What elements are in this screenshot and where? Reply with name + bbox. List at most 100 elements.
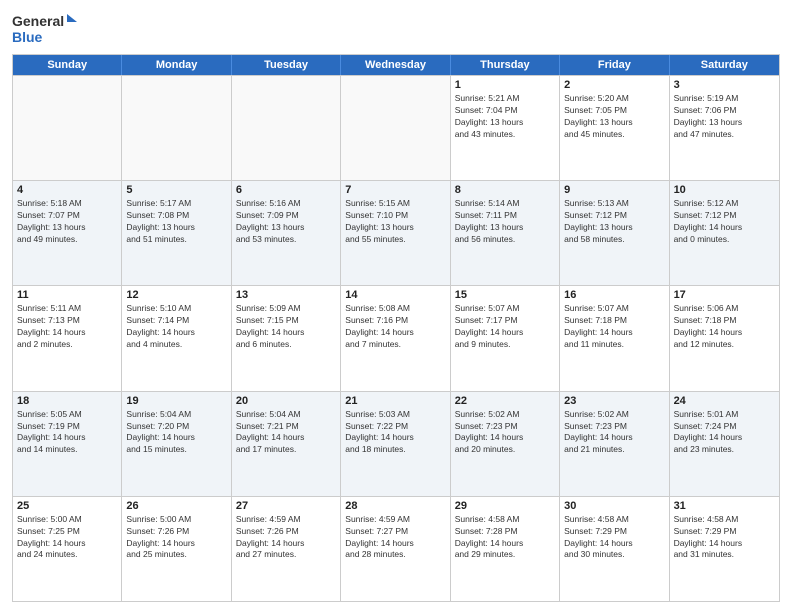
calendar-row-4: 25 Sunrise: 5:00 AM Sunset: 7:25 PM Dayli… <box>13 496 779 601</box>
day-info: Sunrise: 4:58 AM Sunset: 7:29 PM Dayligh… <box>674 514 775 562</box>
header: GeneralBlue <box>12 10 780 48</box>
day-info: Sunrise: 5:02 AM Sunset: 7:23 PM Dayligh… <box>455 409 555 457</box>
day-number: 19 <box>126 395 226 407</box>
calendar-cell <box>13 76 122 180</box>
day-info: Sunrise: 4:58 AM Sunset: 7:28 PM Dayligh… <box>455 514 555 562</box>
day-number: 1 <box>455 79 555 91</box>
calendar-cell: 2 Sunrise: 5:20 AM Sunset: 7:05 PM Daylig… <box>560 76 669 180</box>
calendar-cell: 29 Sunrise: 4:58 AM Sunset: 7:28 PM Dayli… <box>451 497 560 601</box>
day-number: 29 <box>455 500 555 512</box>
header-day-sunday: Sunday <box>13 55 122 75</box>
header-day-saturday: Saturday <box>670 55 779 75</box>
calendar-cell: 13Sunrise: 5:09 AM Sunset: 7:15 PM Dayli… <box>232 286 341 390</box>
logo: GeneralBlue <box>12 10 82 48</box>
day-number: 24 <box>674 395 775 407</box>
header-day-monday: Monday <box>122 55 231 75</box>
calendar-header: SundayMondayTuesdayWednesdayThursdayFrid… <box>13 55 779 75</box>
day-info: Sunrise: 5:04 AM Sunset: 7:21 PM Dayligh… <box>236 409 336 457</box>
day-number: 14 <box>345 289 445 301</box>
day-number: 2 <box>564 79 664 91</box>
day-number: 25 <box>17 500 117 512</box>
calendar-cell: 21 Sunrise: 5:03 AM Sunset: 7:22 PM Dayli… <box>341 392 450 496</box>
day-number: 9 <box>564 184 664 196</box>
day-info: Sunrise: 5:18 AM Sunset: 7:07 PM Dayligh… <box>17 198 117 246</box>
calendar-cell: 5Sunrise: 5:17 AM Sunset: 7:08 PM Daylig… <box>122 181 231 285</box>
calendar-cell: 30Sunrise: 4:58 AM Sunset: 7:29 PM Dayli… <box>560 497 669 601</box>
day-info: Sunrise: 5:09 AM Sunset: 7:15 PM Dayligh… <box>236 303 336 351</box>
day-info: Sunrise: 5:16 AM Sunset: 7:09 PM Dayligh… <box>236 198 336 246</box>
day-number: 26 <box>126 500 226 512</box>
day-number: 12 <box>126 289 226 301</box>
day-info: Sunrise: 5:00 AM Sunset: 7:25 PM Dayligh… <box>17 514 117 562</box>
calendar-cell: 26Sunrise: 5:00 AM Sunset: 7:26 PM Dayli… <box>122 497 231 601</box>
day-number: 11 <box>17 289 117 301</box>
day-info: Sunrise: 5:02 AM Sunset: 7:23 PM Dayligh… <box>564 409 664 457</box>
day-info: Sunrise: 5:04 AM Sunset: 7:20 PM Dayligh… <box>126 409 226 457</box>
header-day-friday: Friday <box>560 55 669 75</box>
day-info: Sunrise: 5:08 AM Sunset: 7:16 PM Dayligh… <box>345 303 445 351</box>
calendar-row-2: 11Sunrise: 5:11 AM Sunset: 7:13 PM Dayli… <box>13 285 779 390</box>
day-number: 3 <box>674 79 775 91</box>
day-number: 7 <box>345 184 445 196</box>
calendar-cell: 27 Sunrise: 4:59 AM Sunset: 7:26 PM Dayli… <box>232 497 341 601</box>
calendar-body: 1 Sunrise: 5:21 AM Sunset: 7:04 PM Daylig… <box>13 75 779 601</box>
day-info: Sunrise: 4:58 AM Sunset: 7:29 PM Dayligh… <box>564 514 664 562</box>
day-number: 4 <box>17 184 117 196</box>
day-info: Sunrise: 5:06 AM Sunset: 7:18 PM Dayligh… <box>674 303 775 351</box>
calendar-row-0: 1 Sunrise: 5:21 AM Sunset: 7:04 PM Daylig… <box>13 75 779 180</box>
calendar-cell: 24Sunrise: 5:01 AM Sunset: 7:24 PM Dayli… <box>670 392 779 496</box>
day-number: 28 <box>345 500 445 512</box>
calendar-cell <box>122 76 231 180</box>
day-info: Sunrise: 5:19 AM Sunset: 7:06 PM Dayligh… <box>674 93 775 141</box>
calendar-row-3: 18Sunrise: 5:05 AM Sunset: 7:19 PM Dayli… <box>13 391 779 496</box>
calendar-cell: 8 Sunrise: 5:14 AM Sunset: 7:11 PM Daylig… <box>451 181 560 285</box>
header-day-wednesday: Wednesday <box>341 55 450 75</box>
header-day-thursday: Thursday <box>451 55 560 75</box>
calendar-cell: 20 Sunrise: 5:04 AM Sunset: 7:21 PM Dayli… <box>232 392 341 496</box>
day-number: 23 <box>564 395 664 407</box>
day-number: 20 <box>236 395 336 407</box>
day-number: 21 <box>345 395 445 407</box>
day-number: 15 <box>455 289 555 301</box>
day-info: Sunrise: 5:07 AM Sunset: 7:17 PM Dayligh… <box>455 303 555 351</box>
day-info: Sunrise: 4:59 AM Sunset: 7:26 PM Dayligh… <box>236 514 336 562</box>
day-info: Sunrise: 5:05 AM Sunset: 7:19 PM Dayligh… <box>17 409 117 457</box>
day-info: Sunrise: 5:03 AM Sunset: 7:22 PM Dayligh… <box>345 409 445 457</box>
page: GeneralBlue SundayMondayTuesdayWednesday… <box>0 0 792 612</box>
day-number: 10 <box>674 184 775 196</box>
calendar-cell: 14 Sunrise: 5:08 AM Sunset: 7:16 PM Dayli… <box>341 286 450 390</box>
calendar-cell: 31 Sunrise: 4:58 AM Sunset: 7:29 PM Dayli… <box>670 497 779 601</box>
calendar-cell: 9 Sunrise: 5:13 AM Sunset: 7:12 PM Daylig… <box>560 181 669 285</box>
calendar-cell: 10 Sunrise: 5:12 AM Sunset: 7:12 PM Dayli… <box>670 181 779 285</box>
calendar-cell: 12Sunrise: 5:10 AM Sunset: 7:14 PM Dayli… <box>122 286 231 390</box>
day-info: Sunrise: 5:07 AM Sunset: 7:18 PM Dayligh… <box>564 303 664 351</box>
calendar: SundayMondayTuesdayWednesdayThursdayFrid… <box>12 54 780 602</box>
day-info: Sunrise: 5:15 AM Sunset: 7:10 PM Dayligh… <box>345 198 445 246</box>
calendar-cell: 28Sunrise: 4:59 AM Sunset: 7:27 PM Dayli… <box>341 497 450 601</box>
calendar-cell: 4 Sunrise: 5:18 AM Sunset: 7:07 PM Daylig… <box>13 181 122 285</box>
day-info: Sunrise: 5:14 AM Sunset: 7:11 PM Dayligh… <box>455 198 555 246</box>
calendar-cell <box>341 76 450 180</box>
calendar-cell: 3 Sunrise: 5:19 AM Sunset: 7:06 PM Daylig… <box>670 76 779 180</box>
calendar-cell: 16 Sunrise: 5:07 AM Sunset: 7:18 PM Dayli… <box>560 286 669 390</box>
day-number: 31 <box>674 500 775 512</box>
calendar-cell: 7 Sunrise: 5:15 AM Sunset: 7:10 PM Daylig… <box>341 181 450 285</box>
day-number: 8 <box>455 184 555 196</box>
day-number: 22 <box>455 395 555 407</box>
day-info: Sunrise: 5:20 AM Sunset: 7:05 PM Dayligh… <box>564 93 664 141</box>
day-info: Sunrise: 5:12 AM Sunset: 7:12 PM Dayligh… <box>674 198 775 246</box>
calendar-cell: 19 Sunrise: 5:04 AM Sunset: 7:20 PM Dayli… <box>122 392 231 496</box>
day-number: 16 <box>564 289 664 301</box>
day-number: 6 <box>236 184 336 196</box>
svg-text:General: General <box>12 13 64 29</box>
day-number: 27 <box>236 500 336 512</box>
day-info: Sunrise: 5:13 AM Sunset: 7:12 PM Dayligh… <box>564 198 664 246</box>
svg-text:Blue: Blue <box>12 29 43 45</box>
calendar-cell: 6 Sunrise: 5:16 AM Sunset: 7:09 PM Daylig… <box>232 181 341 285</box>
day-number: 17 <box>674 289 775 301</box>
logo-svg: GeneralBlue <box>12 10 82 48</box>
day-info: Sunrise: 5:21 AM Sunset: 7:04 PM Dayligh… <box>455 93 555 141</box>
header-day-tuesday: Tuesday <box>232 55 341 75</box>
calendar-row-1: 4 Sunrise: 5:18 AM Sunset: 7:07 PM Daylig… <box>13 180 779 285</box>
calendar-cell: 1 Sunrise: 5:21 AM Sunset: 7:04 PM Daylig… <box>451 76 560 180</box>
